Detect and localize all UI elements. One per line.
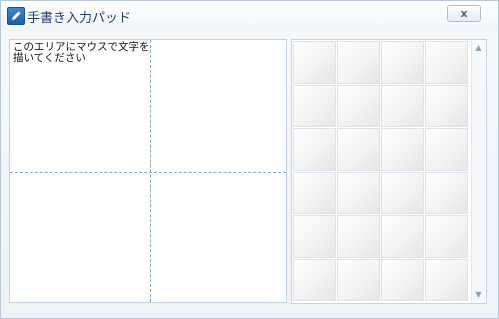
candidate-cell[interactable] [337,258,380,301]
candidate-cell[interactable] [425,171,468,214]
pencil-icon [7,7,25,25]
candidate-cell[interactable] [381,84,424,127]
candidate-cell[interactable] [425,84,468,127]
window-title: 手書き入力パッド [27,11,132,26]
handwriting-hint: このエリアにマウスで文字を描いてください [13,41,150,64]
candidate-cell[interactable] [425,128,468,171]
candidate-cell[interactable] [425,258,468,301]
candidate-cell[interactable] [381,215,424,258]
candidate-cell[interactable] [293,171,336,214]
candidate-cell[interactable] [293,84,336,127]
candidate-cell[interactable] [425,215,468,258]
candidate-cell[interactable] [425,41,468,84]
candidate-cell[interactable] [337,128,380,171]
candidate-cell[interactable] [293,128,336,171]
candidate-cell[interactable] [337,41,380,84]
close-icon: x [460,7,468,20]
candidate-cell[interactable] [293,41,336,84]
candidate-cell[interactable] [337,84,380,127]
candidate-scrollbar[interactable]: ▲ ▼ [471,41,485,302]
candidate-cell[interactable] [337,171,380,214]
close-button[interactable]: x [447,5,481,22]
candidate-cell[interactable] [381,258,424,301]
candidate-cell[interactable] [293,215,336,258]
candidate-cell[interactable] [381,171,424,214]
horizontal-guide-line [10,172,286,173]
candidate-cell[interactable] [381,128,424,171]
candidate-panel: ▲ ▼ [291,39,487,304]
handwriting-pad-window: 手書き入力パッド x このエリアにマウスで文字を描いてください ▲ ▼ [0,0,499,319]
title-bar[interactable]: 手書き入力パッド x [1,1,498,31]
vertical-guide-line [150,40,151,302]
candidate-grid [293,41,469,302]
candidate-cell[interactable] [381,41,424,84]
candidate-cell[interactable] [293,258,336,301]
handwriting-area[interactable]: このエリアにマウスで文字を描いてください [9,39,287,303]
scroll-down-arrow-icon[interactable]: ▼ [472,288,485,302]
candidate-cell[interactable] [337,215,380,258]
scroll-up-arrow-icon[interactable]: ▲ [472,41,485,55]
